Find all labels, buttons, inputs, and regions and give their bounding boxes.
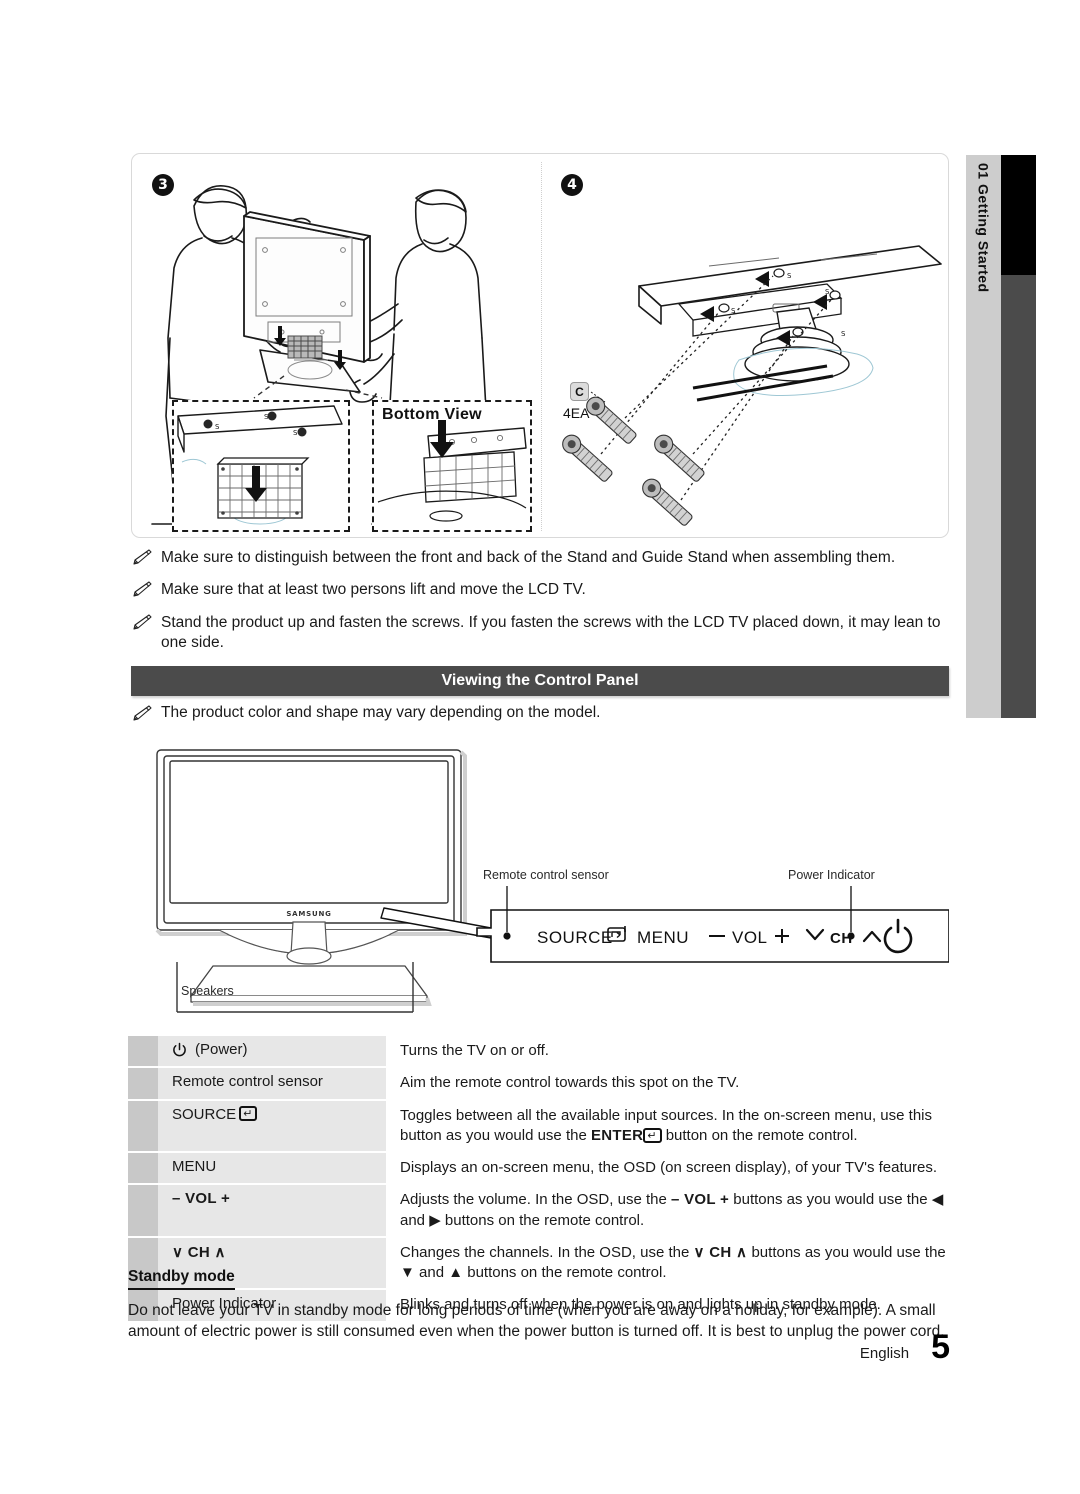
side-tab-black-band <box>1001 155 1036 275</box>
table-row: (Power) Turns the TV on or off. <box>128 1036 950 1067</box>
standby-mode-heading: Standby mode <box>128 1268 235 1290</box>
row-desc-line1-a: Changes the channels. In the OSD, use th… <box>400 1243 694 1261</box>
row-desc-line1-c: buttons as you would use the <box>747 1243 946 1261</box>
row-desc-line1: Toggles between all the available input … <box>400 1106 932 1124</box>
ch-inline-label: ∨ CH ∧ <box>693 1243 748 1261</box>
note-text: Stand the product up and fasten the scre… <box>161 613 941 652</box>
svg-text:S: S <box>841 330 846 338</box>
enter-label: ENTER <box>590 1126 644 1144</box>
table-row: – VOL + Adjusts the volume. In the OSD, … <box>128 1185 950 1236</box>
side-tab-dark-band <box>1001 275 1036 718</box>
row-swatch <box>128 1153 158 1184</box>
section-note-text: The product color and shape may vary dep… <box>161 704 601 721</box>
pencil-icon <box>133 614 152 630</box>
assembly-notes: Make sure to distinguish between the fro… <box>131 548 949 666</box>
assembly-illustration-panel: 3 4 S S S Bottom View S S S S C 4EA <box>131 153 949 538</box>
note-item: Stand the product up and fasten the scre… <box>131 613 949 654</box>
row-desc-line2: ▼ and ▲ buttons on the remote control. <box>400 1264 667 1281</box>
row-swatch <box>128 1036 158 1067</box>
enter-glyph-icon: ↵ <box>643 1127 662 1143</box>
svg-text:S: S <box>215 423 220 431</box>
page-footer: English 5 <box>860 1330 950 1364</box>
row-swatch <box>128 1100 158 1151</box>
section-header-control-panel: Viewing the Control Panel <box>131 666 949 696</box>
table-row: SOURCE ↵ Toggles between all the availab… <box>128 1100 950 1152</box>
row-swatch <box>128 1068 158 1099</box>
row-key-text: – VOL + <box>172 1190 231 1208</box>
row-key: (Power) <box>158 1036 386 1067</box>
row-swatch <box>128 1185 158 1236</box>
control-panel-diagram: SAMSUNG SOURCE MENU VOL CH Remote contro… <box>131 740 949 1015</box>
row-desc: Adjusts the volume. In the OSD, use the … <box>386 1185 950 1236</box>
chapter-side-tab: 01 Getting Started <box>966 155 1036 718</box>
table-row: Remote control sensor Aim the remote con… <box>128 1068 950 1099</box>
pencil-icon <box>133 549 152 565</box>
row-desc: Changes the channels. In the OSD, use th… <box>386 1238 950 1289</box>
power-icon <box>173 1042 186 1057</box>
table-row: ∨ CH ∧ Changes the channels. In the OSD,… <box>128 1237 950 1289</box>
remote-sensor-label: Remote control sensor <box>483 868 609 882</box>
row-desc-line2: and ▶ buttons on the remote control. <box>400 1211 645 1229</box>
row-desc: Aim the remote control towards this spot… <box>400 1074 740 1092</box>
svg-text:SAMSUNG: SAMSUNG <box>286 910 331 918</box>
row-desc-line2-b: button on the remote control. <box>661 1126 858 1144</box>
enter-glyph-icon: ↵ <box>239 1105 258 1121</box>
pencil-icon <box>133 705 152 721</box>
side-tab-text-wrap: 01 Getting Started <box>966 155 1001 718</box>
step-4-artwork: SSSS <box>562 245 942 526</box>
row-key-text: SOURCE <box>172 1105 237 1123</box>
power-indicator-label: Power Indicator <box>788 868 875 882</box>
row-desc: Turns the TV on or off. <box>400 1042 549 1059</box>
speakers-label: Speakers <box>181 984 234 998</box>
row-key-text: (Power) <box>195 1041 248 1058</box>
pencil-icon <box>133 581 152 598</box>
row-key: Remote control sensor <box>158 1068 386 1099</box>
section-note: The product color and shape may vary dep… <box>131 704 949 722</box>
row-key-text: Remote control sensor <box>172 1073 323 1091</box>
row-desc-line2-a: button as you would use the <box>400 1126 591 1144</box>
table-row: MENU Displays an on-screen menu, the OSD… <box>128 1153 950 1184</box>
section-title: Viewing the Control Panel <box>441 672 639 689</box>
row-desc-line1-a: Adjusts the volume. In the OSD, use the <box>400 1191 671 1209</box>
inset-left-artwork: S S S <box>177 405 343 525</box>
standby-mode-body: Do not leave your TV in standby mode for… <box>128 1302 945 1341</box>
control-panel-table: (Power) Turns the TV on or off. Remote c… <box>128 1036 950 1323</box>
row-desc: Displays an on-screen menu, the OSD (on … <box>400 1159 937 1176</box>
chapter-label: 01 Getting Started <box>975 163 992 293</box>
row-key-text: ∨ CH ∧ <box>172 1243 226 1261</box>
row-desc-line1-c: buttons as you would use the ◀ <box>729 1191 944 1209</box>
part-c-quantity: 4EA <box>563 405 590 421</box>
svg-text:CH: CH <box>830 930 853 947</box>
inset-right-artwork <box>377 420 527 522</box>
part-c-badge: C <box>570 382 589 401</box>
svg-text:S: S <box>264 413 269 421</box>
note-item: Make sure that at least two persons lift… <box>131 580 949 600</box>
svg-text:S: S <box>787 272 792 280</box>
row-key-text: MENU <box>172 1158 217 1175</box>
footer-language: English <box>859 1345 910 1362</box>
row-desc: Toggles between all the available input … <box>386 1101 950 1152</box>
svg-text:SOURCE: SOURCE <box>537 928 613 947</box>
footer-page-number: 5 <box>931 1328 950 1366</box>
row-key: MENU <box>158 1153 386 1184</box>
svg-text:MENU: MENU <box>637 928 689 947</box>
row-key: SOURCE ↵ <box>158 1100 386 1151</box>
svg-text:VOL: VOL <box>732 928 768 947</box>
note-item: Make sure to distinguish between the fro… <box>131 548 949 568</box>
inset-detail-left: S S S <box>172 400 350 532</box>
note-text: Make sure to distinguish between the fro… <box>161 549 896 566</box>
svg-text:S: S <box>293 429 298 437</box>
row-key: – VOL + <box>158 1185 386 1236</box>
vol-inline-label: – VOL + <box>670 1191 730 1209</box>
inset-detail-right: Bottom View <box>372 400 532 532</box>
note-text: Make sure that at least two persons lift… <box>161 581 586 599</box>
